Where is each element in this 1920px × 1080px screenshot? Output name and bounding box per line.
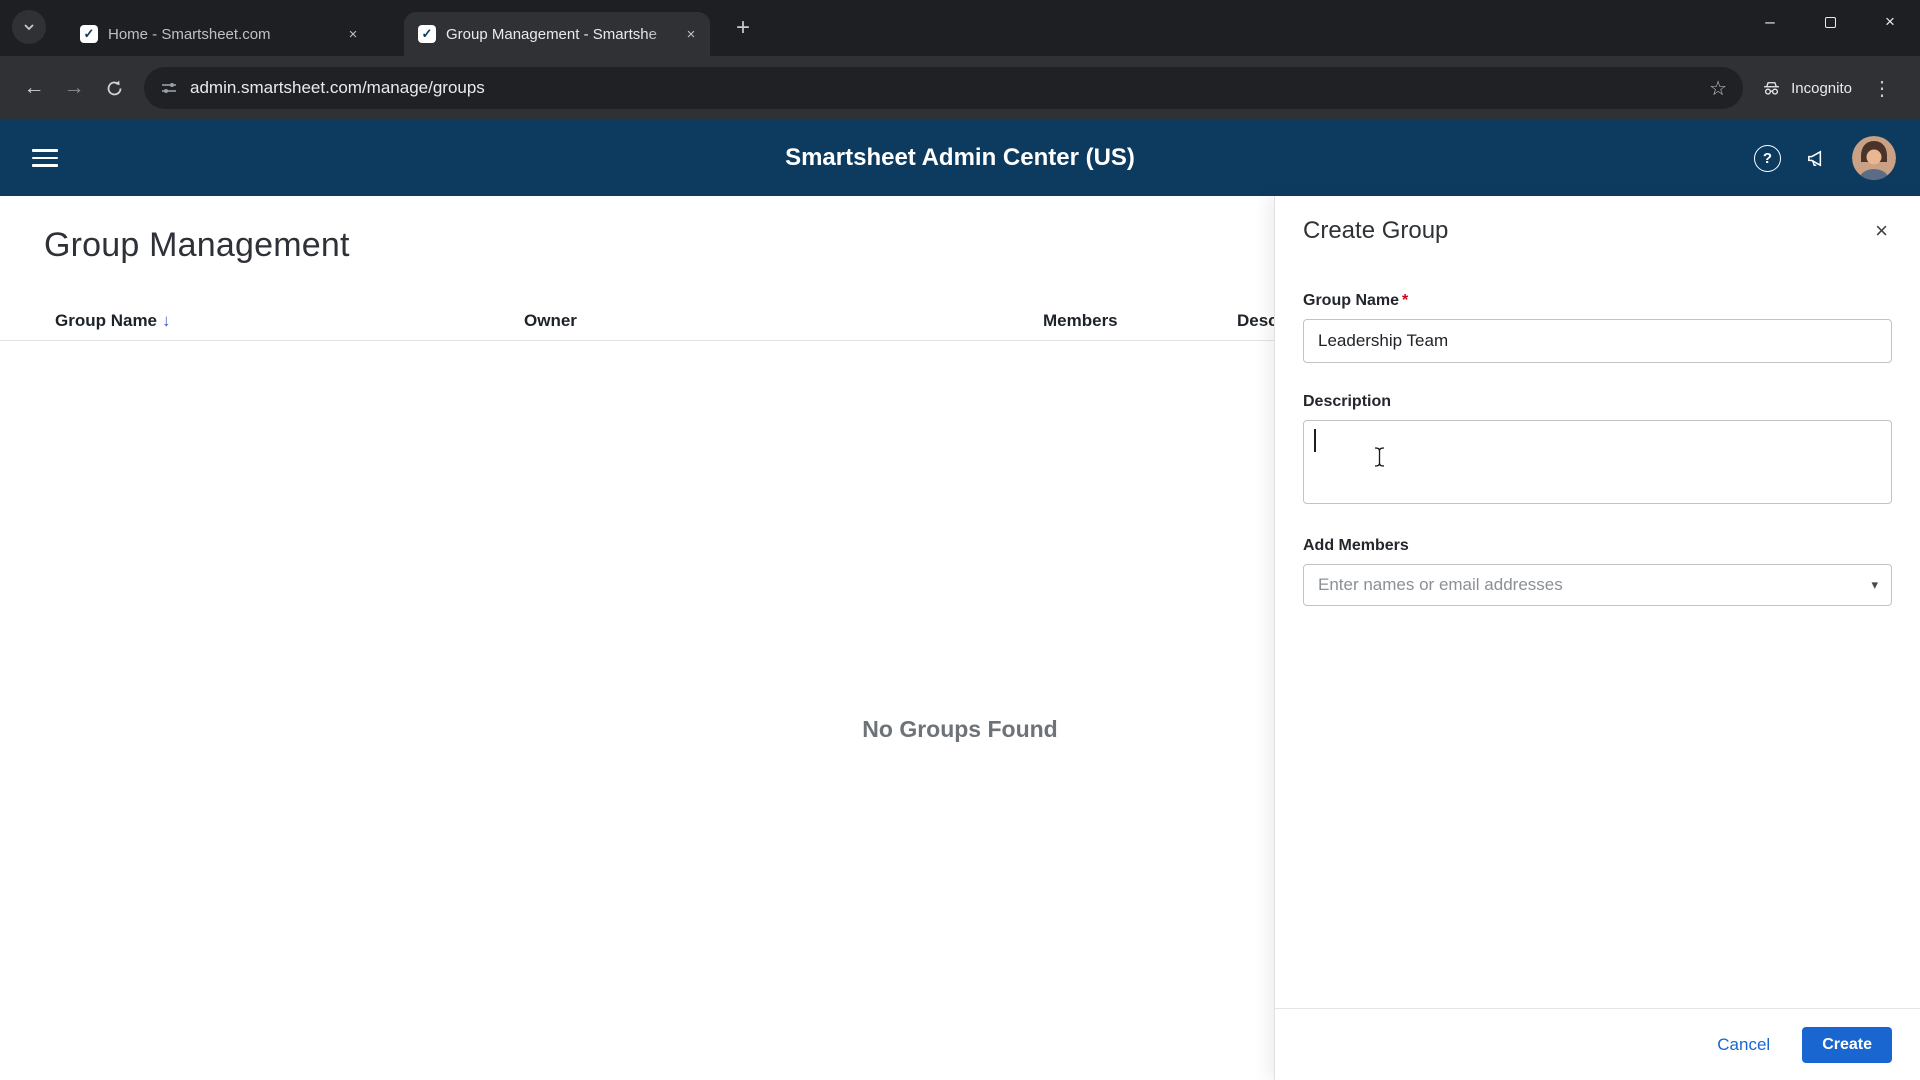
panel-close-icon[interactable]: × bbox=[1871, 216, 1892, 246]
tab-home[interactable]: ✓ Home - Smartsheet.com × bbox=[66, 12, 372, 56]
tab-close-icon[interactable]: × bbox=[342, 23, 364, 45]
incognito-icon bbox=[1764, 81, 1780, 95]
hamburger-menu-icon[interactable] bbox=[32, 149, 58, 167]
required-mark: * bbox=[1402, 292, 1409, 309]
tab-group-management[interactable]: ✓ Group Management - Smartshe × bbox=[404, 12, 710, 56]
incognito-label: Incognito bbox=[1791, 79, 1852, 97]
tab-title: Group Management - Smartshe bbox=[446, 25, 657, 43]
description-label: Description bbox=[1303, 393, 1392, 410]
smartsheet-favicon-icon: ✓ bbox=[418, 25, 436, 43]
add-members-field-wrap: ▾ bbox=[1303, 564, 1892, 606]
browser-toolbar: ← → admin.smartsheet.com/manage/groups ☆… bbox=[0, 56, 1920, 120]
back-button[interactable]: ← bbox=[14, 68, 54, 108]
maximize-button[interactable] bbox=[1800, 0, 1860, 44]
sort-desc-icon: ↓ bbox=[162, 311, 171, 330]
close-window-button[interactable]: × bbox=[1860, 0, 1920, 44]
site-settings-icon bbox=[162, 83, 176, 93]
cancel-button[interactable]: Cancel bbox=[1717, 1035, 1770, 1055]
column-members[interactable]: Members bbox=[1043, 311, 1118, 331]
column-owner[interactable]: Owner bbox=[524, 311, 577, 331]
url-text: admin.smartsheet.com/manage/groups bbox=[190, 78, 485, 97]
tab-strip: ✓ Home - Smartsheet.com × ✓ Group Manage… bbox=[0, 0, 1920, 56]
new-tab-button[interactable]: + bbox=[726, 11, 760, 45]
browser-menu-icon[interactable]: ⋮ bbox=[1872, 76, 1892, 101]
maximize-icon bbox=[1824, 16, 1836, 28]
window-controls: – × bbox=[1740, 0, 1920, 44]
group-name-label: Group Name * bbox=[1303, 292, 1409, 309]
reload-icon bbox=[107, 80, 121, 95]
description-field-wrap bbox=[1303, 420, 1892, 509]
panel-title: Create Group bbox=[1303, 217, 1449, 244]
description-textarea[interactable] bbox=[1303, 420, 1892, 504]
tab-title: Home - Smartsheet.com bbox=[108, 25, 271, 43]
add-members-input[interactable] bbox=[1303, 564, 1892, 606]
tab-search-button[interactable] bbox=[12, 10, 46, 44]
column-group-name[interactable]: Group Name ↓ bbox=[55, 311, 171, 331]
header-actions: ? bbox=[1754, 136, 1896, 180]
help-icon[interactable]: ? bbox=[1754, 144, 1781, 172]
feedback-megaphone-icon[interactable] bbox=[1805, 147, 1828, 170]
panel-header: Create Group × bbox=[1303, 216, 1892, 246]
browser-window: ✓ Home - Smartsheet.com × ✓ Group Manage… bbox=[0, 0, 1920, 1080]
create-button[interactable]: Create bbox=[1802, 1026, 1892, 1063]
forward-button[interactable]: → bbox=[54, 68, 94, 108]
group-name-input[interactable] bbox=[1303, 319, 1892, 363]
create-group-panel: Create Group × Group Name* Description A… bbox=[1274, 196, 1920, 1080]
incognito-badge: Incognito bbox=[1761, 78, 1852, 99]
user-avatar[interactable] bbox=[1852, 136, 1896, 180]
add-members-label: Add Members bbox=[1303, 537, 1409, 554]
tab-close-icon[interactable]: × bbox=[680, 23, 702, 45]
admin-center-title: Smartsheet Admin Center (US) bbox=[785, 144, 1135, 171]
chevron-down-icon bbox=[24, 24, 34, 31]
reload-button[interactable] bbox=[94, 68, 134, 108]
admin-header: Smartsheet Admin Center (US) ? bbox=[0, 120, 1920, 196]
minimize-button[interactable]: – bbox=[1740, 0, 1800, 44]
address-bar[interactable]: admin.smartsheet.com/manage/groups ☆ bbox=[144, 67, 1744, 109]
panel-footer: Cancel Create bbox=[1275, 1008, 1920, 1080]
smartsheet-favicon-icon: ✓ bbox=[80, 25, 98, 43]
bookmark-star-icon[interactable]: ☆ bbox=[1709, 76, 1727, 101]
